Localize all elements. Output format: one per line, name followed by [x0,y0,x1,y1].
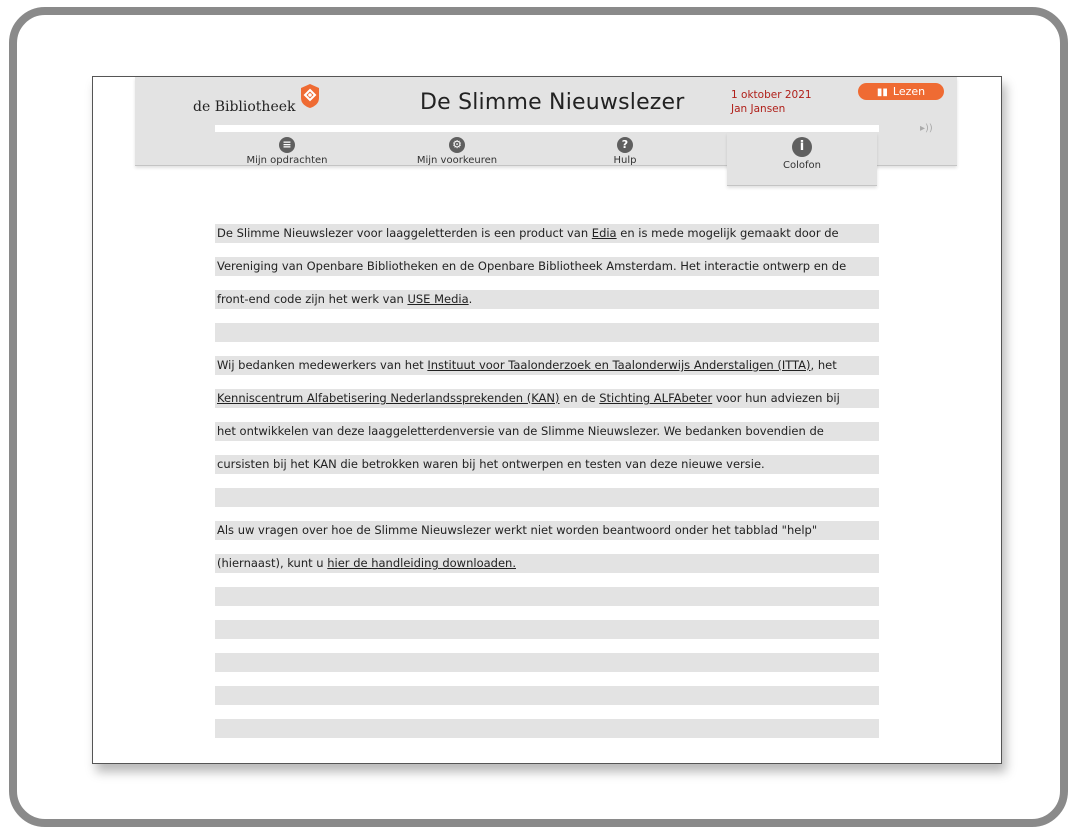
tab-mijn-voorkeuren[interactable]: ⚙ Mijn voorkeuren [387,137,527,166]
gear-icon: ⚙ [449,137,465,153]
tab-colofon[interactable]: i Colofon [727,133,877,186]
link-itta[interactable]: Instituut voor Taalonderzoek en Taalonde… [427,358,810,372]
text-line: front-end code zijn het werk van USE Med… [215,290,879,309]
empty-line [215,620,879,639]
text-line: Als uw vragen over hoe de Slimme Nieuwsl… [215,521,879,540]
tab-label: Colofon [783,160,821,171]
empty-line [215,323,879,342]
date-text: 1 oktober 2021 [731,89,812,101]
question-icon: ? [617,137,633,153]
text-line: het ontwikkelen van deze laaggeletterden… [215,422,879,441]
tab-hulp[interactable]: ? Hulp [555,137,695,166]
app-page: de Bibliotheek De Slimme Nieuwslezer 1 o… [92,76,1002,764]
book-icon: ≡ [279,137,295,153]
speaker-icon[interactable]: ▸)) [920,123,933,134]
empty-line [215,653,879,672]
info-icon: i [792,137,812,157]
empty-line [215,686,879,705]
text-line: cursisten bij het KAN die betrokken ware… [215,455,879,474]
link-alfabeter[interactable]: Stichting ALFAbeter [599,391,712,405]
tab-label: Mijn opdrachten [246,155,328,166]
text-line: (hiernaast), kunt u hier de handleiding … [215,554,879,573]
read-aloud-button[interactable]: ▮▮ Lezen [858,83,944,100]
app-title: De Slimme Nieuwslezer [420,90,685,115]
colofon-content: De Slimme Nieuwslezer voor laaggeletterd… [215,224,879,752]
book-icon: ▮▮ [876,87,888,98]
link-handleiding[interactable]: hier de handleiding downloaden. [327,556,516,570]
text-line: De Slimme Nieuwslezer voor laaggeletterd… [215,224,879,243]
empty-line [215,719,879,738]
text-line: Vereniging van Openbare Bibliotheken en … [215,257,879,276]
link-use-media[interactable]: USE Media [407,292,468,306]
link-kan[interactable]: Kenniscentrum Alfabetisering Nederlandss… [217,391,560,405]
text-line: Wij bedanken medewerkers van het Institu… [215,356,879,375]
tab-label: Hulp [613,155,637,166]
text-line: Kenniscentrum Alfabetisering Nederlandss… [215,389,879,408]
empty-line [215,488,879,507]
link-edia[interactable]: Edia [592,226,617,240]
library-logo-icon [301,84,319,108]
header-bar: de Bibliotheek De Slimme Nieuwslezer 1 o… [135,77,957,186]
tab-label: Mijn voorkeuren [416,155,498,166]
library-logo-text: de Bibliotheek [193,99,296,115]
reading-progress-bar [215,125,879,132]
empty-line [215,587,879,606]
user-name: Jan Jansen [731,103,786,115]
date-user-info: 1 oktober 2021 Jan Jansen [731,88,812,116]
tab-mijn-opdrachten[interactable]: ≡ Mijn opdrachten [217,137,357,166]
read-aloud-label: Lezen [892,85,926,98]
